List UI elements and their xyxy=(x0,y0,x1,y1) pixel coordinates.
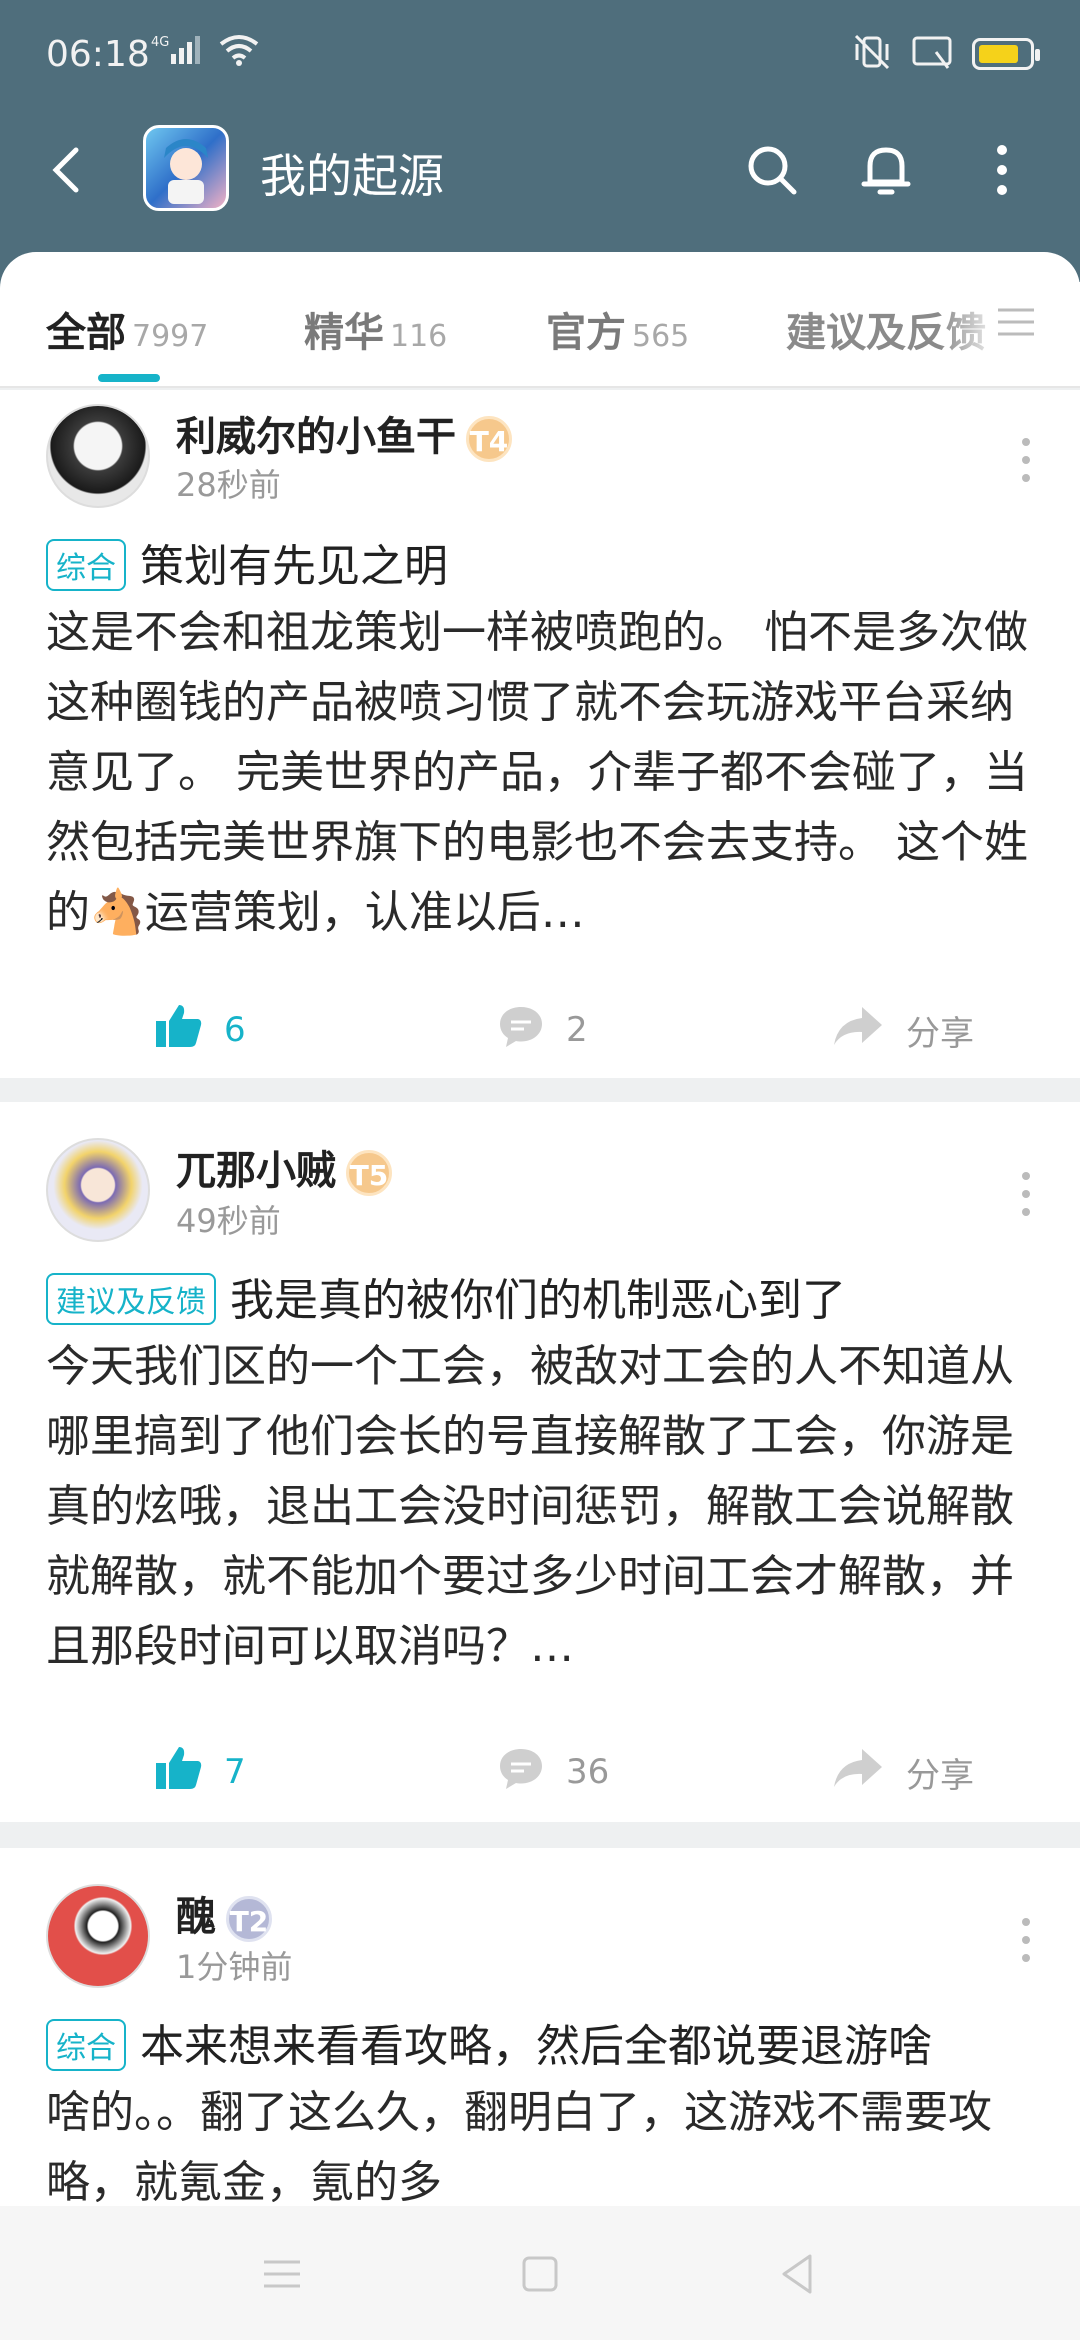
like-button[interactable]: 6 xyxy=(154,990,246,1070)
tab-official[interactable]: 官方 565 xyxy=(546,300,689,358)
like-count: 7 xyxy=(224,1752,246,1792)
post-tag[interactable]: 综合 xyxy=(46,539,126,591)
wifi-icon xyxy=(217,32,261,72)
post-username[interactable]: 醜 T2 xyxy=(176,1884,272,1942)
post-body[interactable]: 今天我们区的一个工会，被敌对工会的人不知道从哪里搞到了他们会长的号直接解散了工会… xyxy=(46,1332,1040,1682)
avatar[interactable] xyxy=(46,1138,150,1242)
post-title-line[interactable]: 建议及反馈 我是真的被你们的机制恶心到了 xyxy=(46,1264,1034,1329)
post-title: 本来想来看看攻略，然后全都说要退游啥 xyxy=(140,2021,932,2072)
thumbs-up-icon xyxy=(154,1743,204,1802)
post-feed[interactable]: 利威尔的小鱼干 T4 28秒前 综合 策划有先见之明 这是不会和祖龙策划一样被喷跑的… xyxy=(0,390,1080,2206)
post-title-line[interactable]: 综合 本来想来看看攻略，然后全都说要退游啥 xyxy=(46,2010,1034,2075)
level-badge: T5 xyxy=(346,1150,392,1196)
battery-icon xyxy=(972,38,1040,70)
comment-button[interactable]: 36 xyxy=(496,1732,609,1812)
post-card[interactable]: 兀那小贼 T5 49秒前 建议及反馈 我是真的被你们的机制恶心到了 今天我们区的一个… xyxy=(0,1102,1080,1822)
post-username[interactable]: 利威尔的小鱼干 T4 xyxy=(176,404,512,462)
post-time: 28秒前 xyxy=(176,466,281,504)
tab-list-menu-icon[interactable] xyxy=(996,304,1036,340)
level-badge: T4 xyxy=(466,416,512,462)
post-more-icon[interactable] xyxy=(1018,1166,1034,1222)
active-tab-indicator xyxy=(98,374,160,382)
level-badge: T2 xyxy=(226,1896,272,1942)
share-arrow-icon xyxy=(830,1743,886,1802)
post-more-icon[interactable] xyxy=(1018,432,1034,488)
status-time: 06:18 xyxy=(46,34,150,75)
vibrate-icon xyxy=(852,32,892,76)
comment-bubble-icon xyxy=(496,1001,546,1060)
thumbs-up-icon xyxy=(154,1001,204,1060)
share-button[interactable]: 分享 xyxy=(830,1732,974,1812)
post-body[interactable]: 这是不会和祖龙策划一样被喷跑的。 怕不是多次做这种圈钱的产品被喷习惯了就不会玩游… xyxy=(46,598,1040,948)
avatar[interactable] xyxy=(46,404,150,508)
post-time: 1分钟前 xyxy=(176,1948,293,1986)
cast-icon xyxy=(910,32,954,76)
comment-count: 2 xyxy=(566,1010,588,1050)
like-count: 6 xyxy=(224,1010,246,1050)
home-square-icon[interactable] xyxy=(512,2246,568,2302)
app-icon[interactable] xyxy=(143,125,229,211)
avatar[interactable] xyxy=(46,1884,150,1988)
share-button[interactable]: 分享 xyxy=(830,990,974,1070)
menu-icon[interactable] xyxy=(254,2246,310,2302)
post-more-icon[interactable] xyxy=(1018,1912,1034,1968)
post-title-line[interactable]: 综合 策划有先见之明 xyxy=(46,530,1034,595)
system-nav-bar xyxy=(0,2206,1080,2340)
post-actions: 7 36 分享 xyxy=(0,1732,1080,1812)
tab-featured[interactable]: 精华 116 xyxy=(304,300,447,358)
svg-text:4G: 4G xyxy=(151,35,169,50)
tab-bar: 全部 7997 精华 116 官方 565 建议及反馈 xyxy=(0,252,1080,388)
back-triangle-icon[interactable] xyxy=(770,2246,826,2302)
post-body[interactable]: 啥的。。翻了这么久，翻明白了，这游戏不需要攻略，就氪金，氪的多 xyxy=(46,2078,1040,2206)
back-arrow-icon[interactable] xyxy=(40,142,96,198)
share-arrow-icon xyxy=(830,1001,886,1060)
comment-count: 36 xyxy=(566,1752,610,1792)
status-bar: 06:18 4G xyxy=(46,26,1040,82)
comment-button[interactable]: 2 xyxy=(496,990,588,1070)
post-tag[interactable]: 综合 xyxy=(46,2019,126,2071)
signal-icon: 4G xyxy=(151,32,209,72)
post-tag[interactable]: 建议及反馈 xyxy=(46,1273,216,1325)
like-button[interactable]: 7 xyxy=(154,1732,246,1812)
share-label: 分享 xyxy=(906,1013,974,1054)
tab-all[interactable]: 全部 7997 xyxy=(46,300,208,358)
toolbar: 我的起源 xyxy=(0,120,1080,220)
more-vertical-icon[interactable] xyxy=(970,138,1034,202)
share-label: 分享 xyxy=(906,1755,974,1796)
post-card[interactable]: 利威尔的小鱼干 T4 28秒前 综合 策划有先见之明 这是不会和祖龙策划一样被喷跑的… xyxy=(0,390,1080,1078)
bell-icon[interactable] xyxy=(854,138,918,202)
post-actions: 6 2 分享 xyxy=(0,990,1080,1070)
post-title: 策划有先见之明 xyxy=(140,541,448,592)
comment-bubble-icon xyxy=(496,1743,546,1802)
post-username[interactable]: 兀那小贼 T5 xyxy=(176,1138,392,1196)
post-title: 我是真的被你们的机制恶心到了 xyxy=(230,1275,846,1326)
page-title: 我的起源 xyxy=(260,149,444,203)
post-time: 49秒前 xyxy=(176,1202,281,1240)
search-icon[interactable] xyxy=(740,138,804,202)
post-card[interactable]: 醜 T2 1分钟前 综合 本来想来看看攻略，然后全都说要退游啥 啥的。。翻了这么久，… xyxy=(0,1848,1080,2206)
